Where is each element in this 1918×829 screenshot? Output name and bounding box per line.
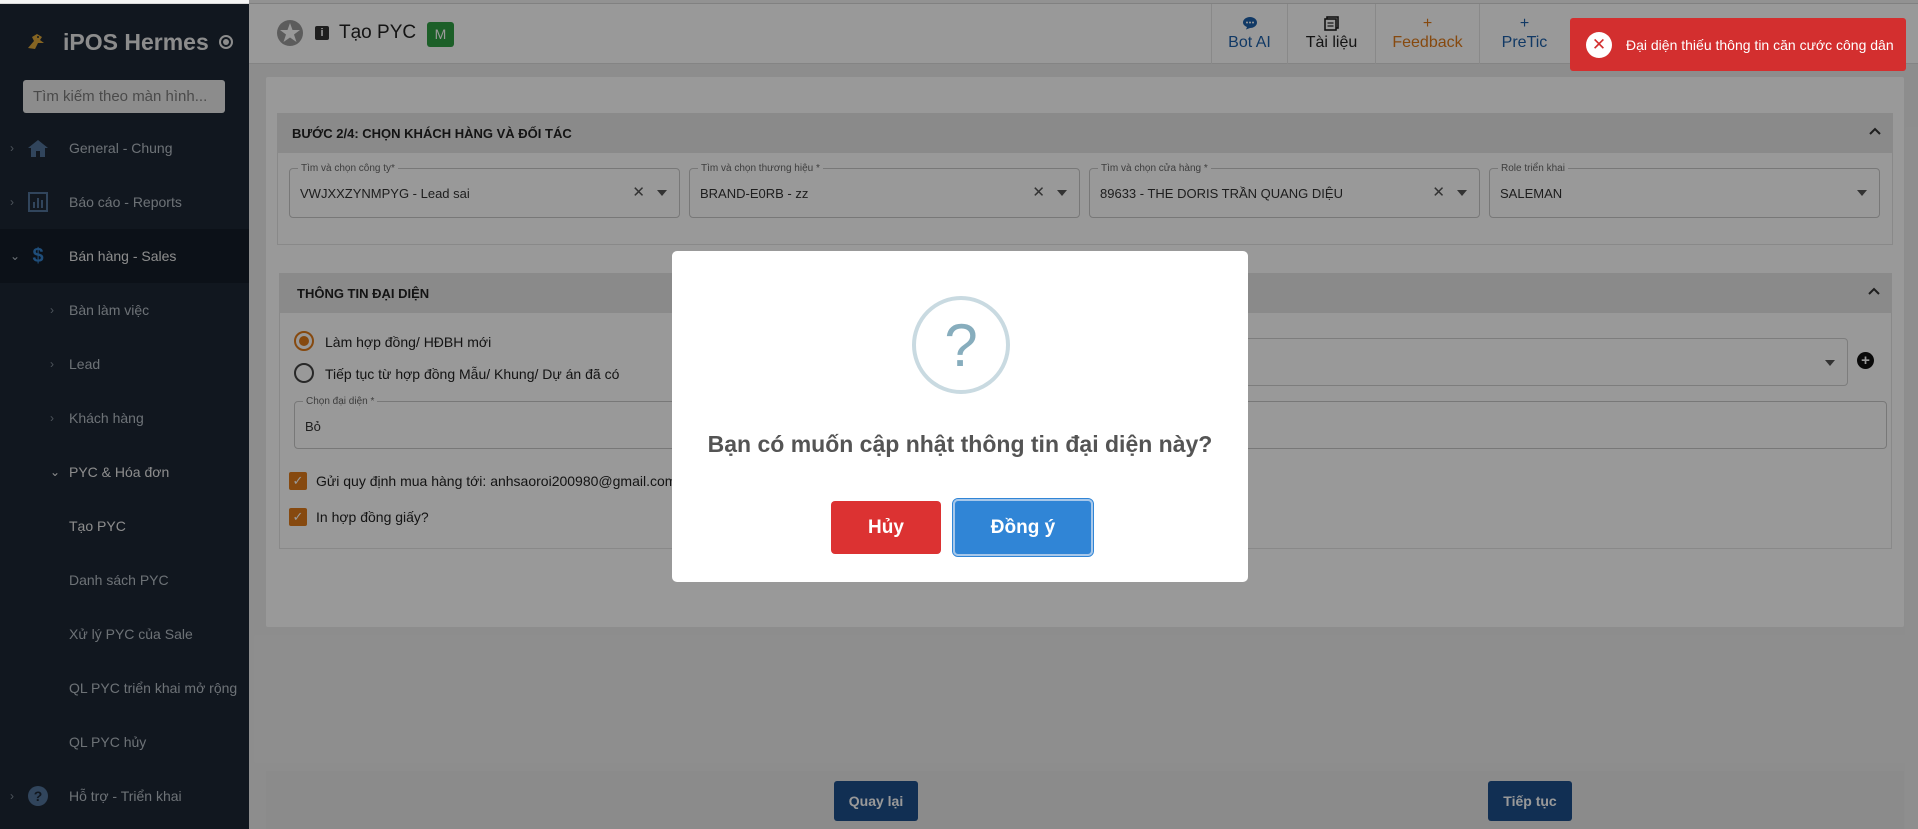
sidebar-item-general[interactable]: › General - Chung <box>0 121 249 175</box>
question-icon: ? <box>912 296 1010 394</box>
sidebar-item-label: Hỗ trợ - Triển khai <box>69 788 182 804</box>
toast-message: Đại diện thiếu thông tin căn cước công d… <box>1626 36 1894 53</box>
sidebar-item-label: Danh sách PYC <box>69 572 169 588</box>
sidebar-item-label: General - Chung <box>69 140 173 156</box>
sidebar-item-pyc-cancel[interactable]: QL PYC hủy <box>0 715 249 769</box>
sidebar-item-label: Lead <box>69 356 101 372</box>
chevron-down-icon: ⌄ <box>10 249 21 263</box>
sidebar-item-label: Tạo PYC <box>69 518 126 534</box>
brand[interactable]: iPOS Hermes <box>0 24 249 60</box>
sidebar: iPOS Hermes › General - Chung › Báo cáo … <box>0 4 249 829</box>
chevron-right-icon: › <box>50 303 54 317</box>
radio-target-icon[interactable] <box>218 35 233 49</box>
report-chart-icon <box>27 191 49 213</box>
app-name: iPOS Hermes <box>63 28 209 55</box>
sidebar-item-pyc-invoice[interactable]: ⌄ PYC & Hóa đơn <box>0 445 249 499</box>
dialog-message: Bạn có muốn cập nhật thông tin đại diện … <box>707 431 1213 457</box>
sidebar-item-label: Xử lý PYC của Sale <box>69 626 193 642</box>
sidebar-item-pyc-expansion[interactable]: QL PYC triển khai mở rộng <box>0 661 249 715</box>
sidebar-item-label: PYC & Hóa đơn <box>69 464 170 480</box>
chevron-down-icon: ⌄ <box>50 465 61 479</box>
sidebar-item-label: Bàn làm việc <box>69 302 150 318</box>
sidebar-item-lead[interactable]: › Lead <box>0 337 249 391</box>
chevron-right-icon: › <box>10 789 14 803</box>
cancel-button[interactable]: Hủy <box>831 501 941 554</box>
error-x-icon: ✕ <box>1586 31 1612 58</box>
sidebar-item-create-pyc[interactable]: Tạo PYC <box>0 499 249 553</box>
sidebar-search-input[interactable] <box>23 80 225 113</box>
sidebar-item-support[interactable]: › ? Hỗ trợ - Triển khai <box>0 769 249 823</box>
sidebar-item-label: Bán hàng - Sales <box>69 248 177 264</box>
sidebar-item-label: QL PYC hủy <box>69 734 147 750</box>
sidebar-item-workspace[interactable]: › Bàn làm việc <box>0 283 249 337</box>
confirm-button[interactable]: Đồng ý <box>952 498 1094 557</box>
error-toast[interactable]: ✕ Đại diện thiếu thông tin căn cước công… <box>1570 18 1906 71</box>
horse-logo-icon <box>25 31 47 53</box>
home-icon <box>27 137 49 159</box>
svg-text:?: ? <box>34 788 43 804</box>
dollar-icon: $ <box>32 244 44 267</box>
help-icon: ? <box>27 785 49 807</box>
sidebar-item-pyc-list[interactable]: Danh sách PYC <box>0 553 249 607</box>
sidebar-item-reports[interactable]: › Báo cáo - Reports <box>0 175 249 229</box>
chevron-right-icon: › <box>10 141 14 155</box>
sidebar-item-customers[interactable]: › Khách hàng <box>0 391 249 445</box>
sidebar-item-label: Khách hàng <box>69 410 144 426</box>
sidebar-item-sale-pyc-processing[interactable]: Xử lý PYC của Sale <box>0 607 249 661</box>
chevron-right-icon: › <box>50 357 54 371</box>
confirm-dialog: ? Bạn có muốn cập nhật thông tin đại diệ… <box>672 251 1248 582</box>
sidebar-item-label: Báo cáo - Reports <box>69 194 182 210</box>
sidebar-item-label: QL PYC triển khai mở rộng <box>69 680 238 696</box>
sidebar-item-sales[interactable]: ⌄ $ Bán hàng - Sales <box>0 229 249 283</box>
chevron-right-icon: › <box>50 411 54 425</box>
chevron-right-icon: › <box>10 195 14 209</box>
